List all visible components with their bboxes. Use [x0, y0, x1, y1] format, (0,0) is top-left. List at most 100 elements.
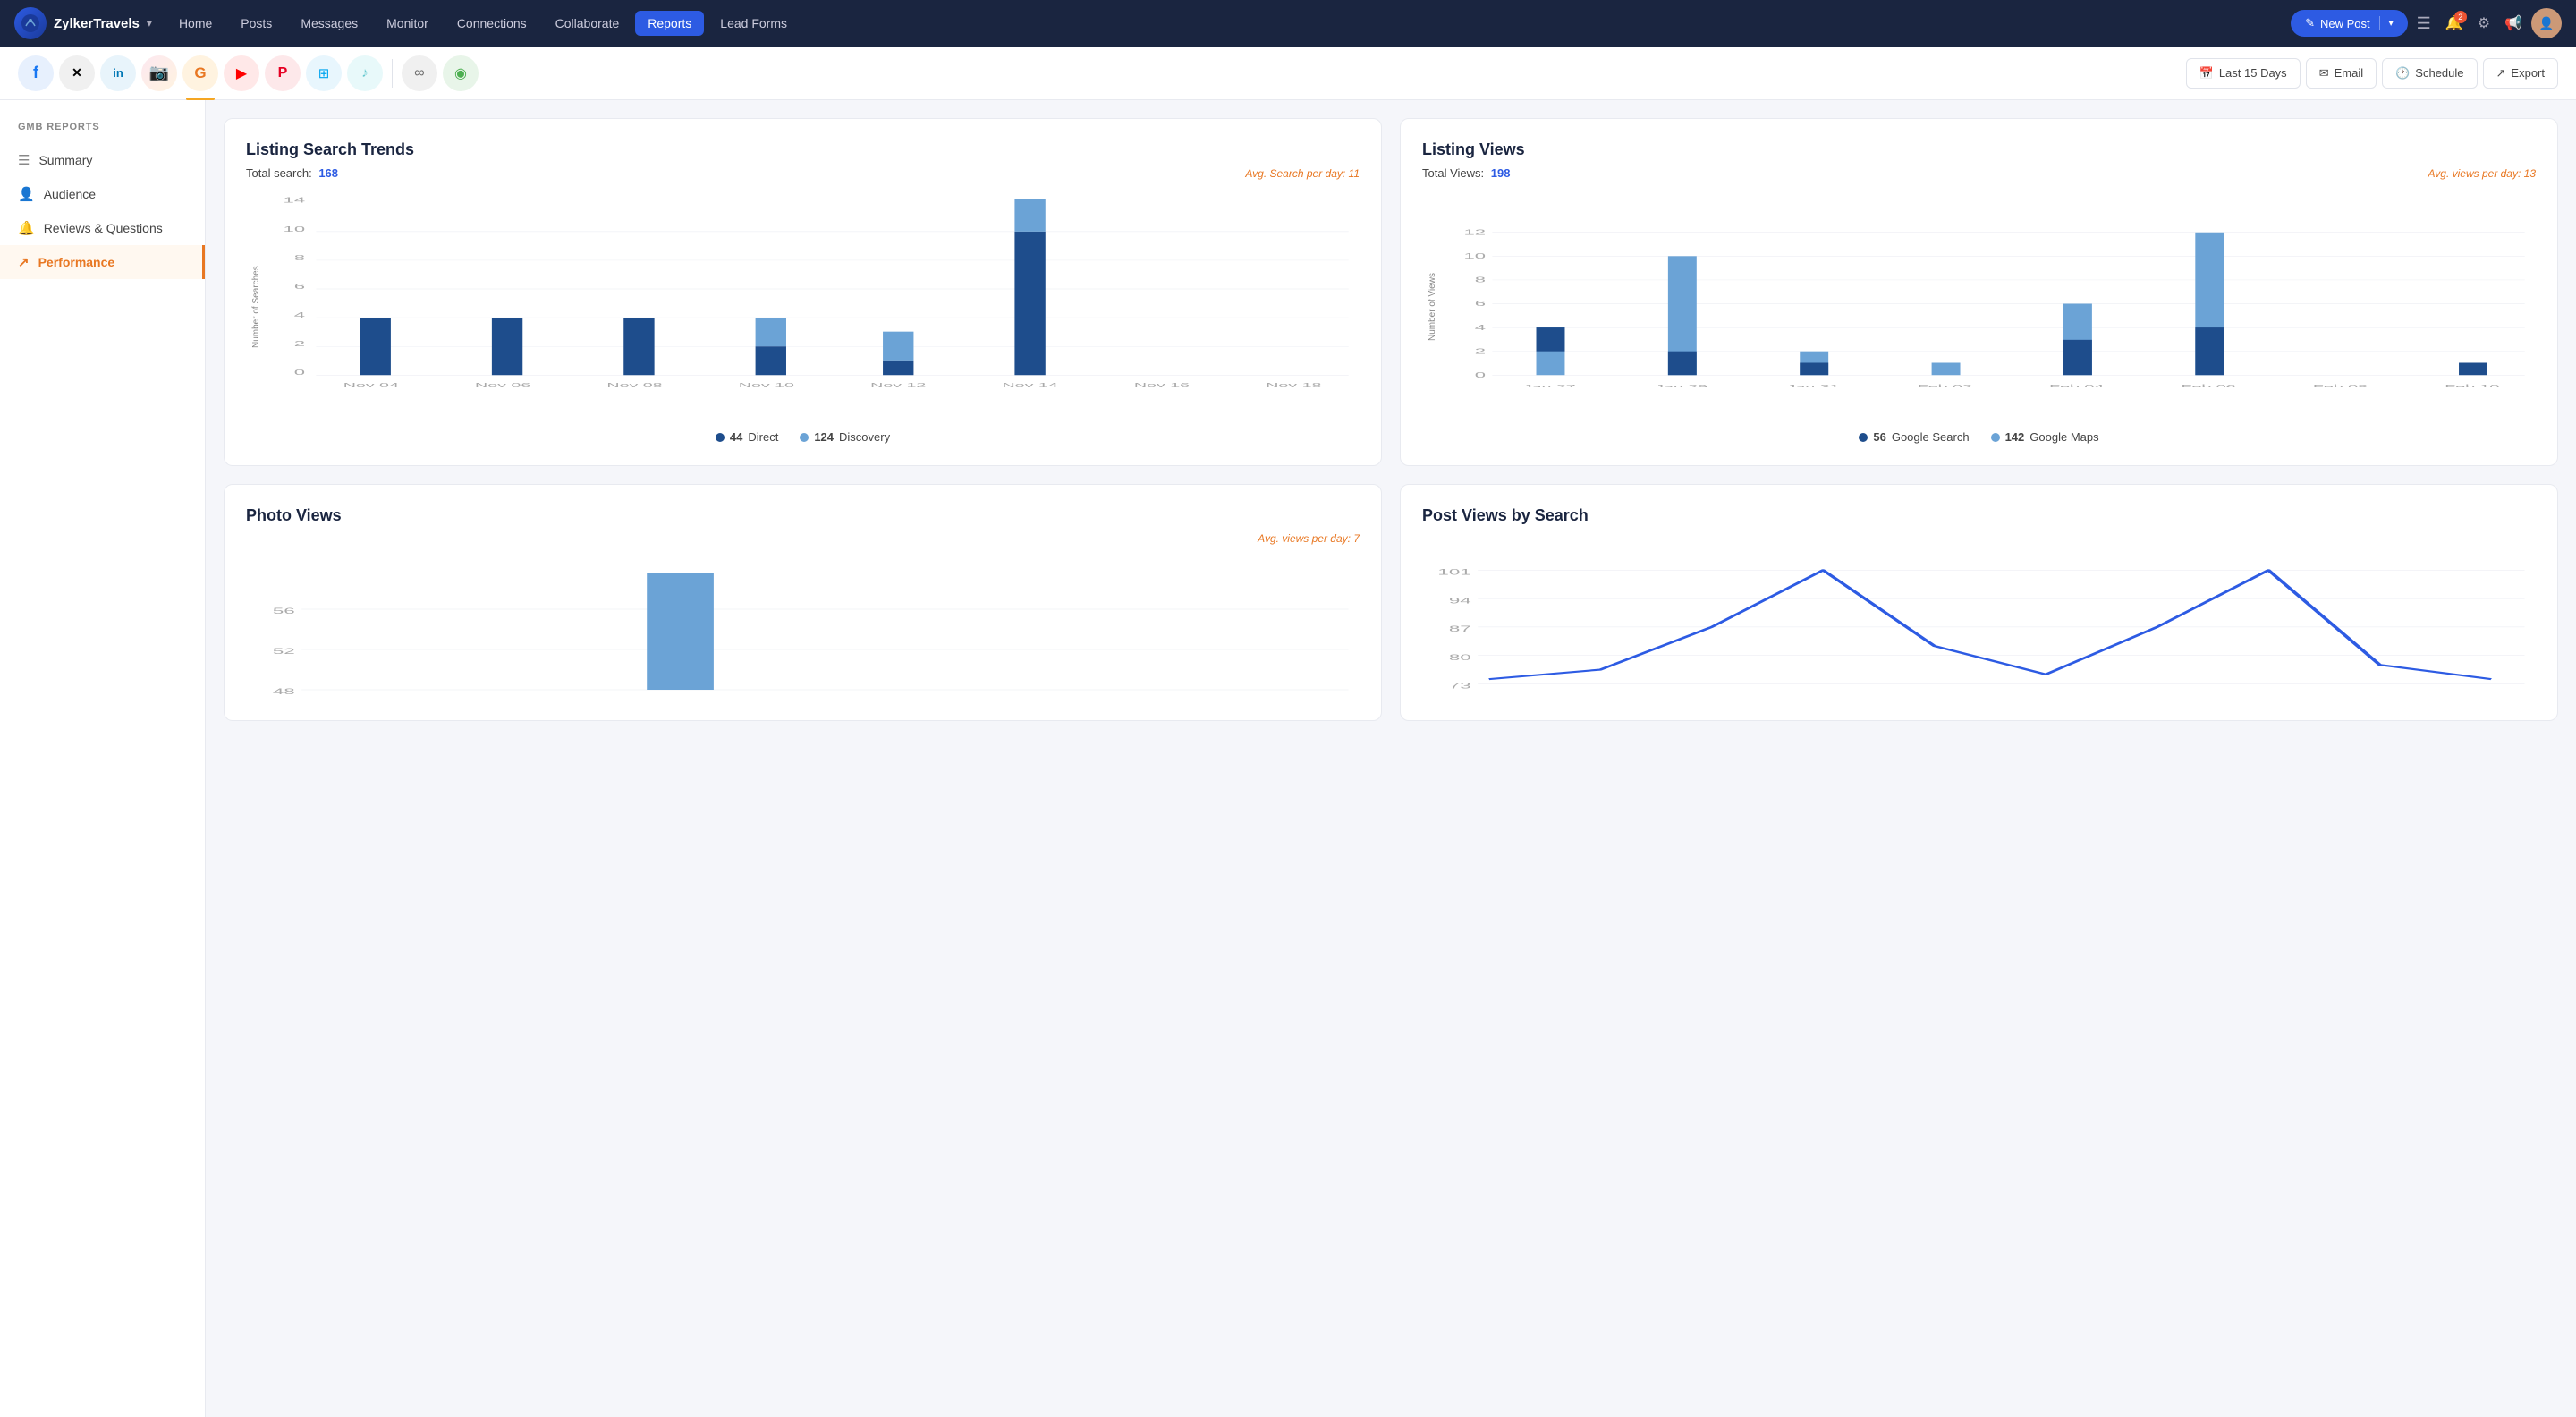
listing-search-total-value: 168: [318, 166, 338, 180]
nav-item-lead-forms[interactable]: Lead Forms: [708, 11, 800, 36]
listing-views-title: Listing Views: [1422, 140, 2536, 159]
platform-gmb[interactable]: G: [182, 55, 218, 91]
svg-text:8: 8: [294, 253, 305, 261]
email-button[interactable]: ✉ Email: [2306, 58, 2377, 89]
top-nav: ZylkerTravels ▾ Home Posts Messages Moni…: [0, 0, 2576, 47]
svg-text:Nov 10: Nov 10: [739, 382, 794, 387]
svg-text:14: 14: [284, 196, 306, 204]
listing-search-chart-wrapper: Number of Searches 0 2 4 6 8 10 14: [246, 191, 1360, 423]
main-layout: GMB REPORTS ☰ Summary 👤 Audience 🔔 Revie…: [0, 100, 2576, 1417]
brand[interactable]: ZylkerTravels ▾: [14, 7, 152, 39]
export-button[interactable]: ↗ Export: [2483, 58, 2558, 89]
svg-text:Nov 08: Nov 08: [606, 382, 662, 387]
nav-item-posts[interactable]: Posts: [228, 11, 284, 36]
megaphone-button[interactable]: 📢: [2499, 9, 2528, 38]
listing-search-avg: Avg. Search per day: 11: [1245, 167, 1360, 180]
post-views-chart-area: 73 80 87 94 101: [1422, 532, 2536, 693]
svg-text:101: 101: [1437, 567, 1470, 577]
nav-item-connections[interactable]: Connections: [445, 11, 539, 36]
photo-views-chart-wrapper: 48 52 56: [246, 556, 1360, 699]
listing-search-legend: 44 Direct 124 Discovery: [246, 430, 1360, 444]
svg-text:0: 0: [1475, 371, 1486, 379]
legend-direct-dot: [716, 433, 724, 442]
nav-item-reports[interactable]: Reports: [635, 11, 704, 36]
photo-views-avg: Avg. views per day: 7: [1258, 532, 1360, 545]
listing-views-y-label: Number of Views: [1422, 191, 1437, 423]
brand-logo: [14, 7, 47, 39]
date-range-button[interactable]: 📅 Last 15 Days: [2186, 58, 2301, 89]
platform-facebook[interactable]: f: [18, 55, 54, 91]
platform-ms[interactable]: ⊞: [306, 55, 342, 91]
svg-text:Feb 04: Feb 04: [2049, 384, 2104, 387]
nav-item-collaborate[interactable]: Collaborate: [543, 11, 632, 36]
calendar-icon: 📅: [2199, 66, 2214, 81]
listing-search-chart-area: 0 2 4 6 8 10 14: [261, 191, 1360, 423]
performance-label: Performance: [38, 255, 115, 269]
date-range-label: Last 15 Days: [2219, 66, 2287, 80]
sidebar-item-audience[interactable]: 👤 Audience: [0, 177, 205, 211]
brand-chevron: ▾: [147, 17, 152, 30]
platform-pinterest[interactable]: P: [265, 55, 301, 91]
svg-text:Nov 16: Nov 16: [1134, 382, 1190, 387]
listing-search-card: Listing Search Trends Total search: 168 …: [224, 118, 1382, 466]
platform-youtube[interactable]: ▶: [224, 55, 259, 91]
new-post-button[interactable]: ✎ New Post ▾: [2291, 10, 2408, 37]
edit-icon: ✎: [2305, 16, 2315, 30]
platform-twitter[interactable]: ✕: [59, 55, 95, 91]
nav-item-home[interactable]: Home: [166, 11, 225, 36]
listing-views-chart-area: 0 2 4 6 8 10 12: [1437, 191, 2536, 423]
svg-text:73: 73: [1449, 681, 1471, 691]
svg-text:Nov 14: Nov 14: [1003, 382, 1058, 387]
clock-icon: 🕐: [2395, 66, 2410, 81]
svg-text:6: 6: [1475, 300, 1486, 308]
listing-views-meta: Total Views: 198 Avg. views per day: 13: [1422, 166, 2536, 180]
svg-text:48: 48: [273, 687, 295, 696]
svg-text:12: 12: [1463, 228, 1486, 236]
schedule-button[interactable]: 🕐 Schedule: [2382, 58, 2477, 89]
legend-discovery-dot: [800, 433, 809, 442]
notification-badge: 2: [2454, 11, 2467, 23]
platform-link2[interactable]: ◉: [443, 55, 479, 91]
sidebar-section-label: GMB REPORTS: [0, 115, 205, 143]
platform-instagram[interactable]: 📷: [141, 55, 177, 91]
sidebar-item-reviews[interactable]: 🔔 Reviews & Questions: [0, 211, 205, 245]
svg-text:52: 52: [273, 647, 295, 656]
platform-tiktok[interactable]: ♪: [347, 55, 383, 91]
sidebar-item-summary[interactable]: ☰ Summary: [0, 143, 205, 177]
svg-text:0: 0: [294, 369, 305, 377]
sidebar-item-performance[interactable]: ↗ Performance: [0, 245, 205, 279]
settings-button[interactable]: ⚙: [2472, 9, 2496, 38]
bottom-card-row: Photo Views Avg. views per day: 7 48 52 …: [224, 484, 2558, 721]
top-card-row: Listing Search Trends Total search: 168 …: [224, 118, 2558, 466]
photo-views-meta: Avg. views per day: 7: [246, 532, 1360, 545]
photo-views-card: Photo Views Avg. views per day: 7 48 52 …: [224, 484, 1382, 721]
post-views-card: Post Views by Search 73 80 87 94 101: [1400, 484, 2558, 721]
platform-linkedin[interactable]: in: [100, 55, 136, 91]
legend-gm-dot: [1991, 433, 2000, 442]
svg-text:10: 10: [1463, 252, 1486, 260]
schedule-label: Schedule: [2415, 66, 2463, 80]
gmb-active-indicator: [186, 98, 215, 100]
email-icon: ✉: [2319, 66, 2329, 81]
listing-search-meta: Total search: 168 Avg. Search per day: 1…: [246, 166, 1360, 180]
listing-search-title: Listing Search Trends: [246, 140, 1360, 159]
menu-icon-button[interactable]: ☰: [2411, 9, 2436, 38]
audience-icon: 👤: [18, 186, 35, 202]
legend-google-search: 56 Google Search: [1859, 430, 1969, 444]
svg-text:80: 80: [1449, 652, 1471, 662]
svg-text:10: 10: [284, 225, 306, 233]
legend-discovery: 124 Discovery: [800, 430, 890, 444]
platform-link1[interactable]: ∞: [402, 55, 437, 91]
svg-text:Feb 02: Feb 02: [1918, 384, 1972, 387]
svg-text:4: 4: [294, 311, 305, 319]
nav-item-messages[interactable]: Messages: [288, 11, 370, 36]
avatar[interactable]: 👤: [2531, 8, 2562, 38]
notification-button[interactable]: 🔔 2: [2440, 9, 2469, 38]
legend-google-maps: 142 Google Maps: [1991, 430, 2099, 444]
listing-views-card: Listing Views Total Views: 198 Avg. view…: [1400, 118, 2558, 466]
platform-divider: [392, 59, 393, 88]
nav-item-monitor[interactable]: Monitor: [374, 11, 441, 36]
summary-label: Summary: [38, 153, 92, 167]
legend-direct: 44 Direct: [716, 430, 778, 444]
sidebar: GMB REPORTS ☰ Summary 👤 Audience 🔔 Revie…: [0, 100, 206, 1417]
